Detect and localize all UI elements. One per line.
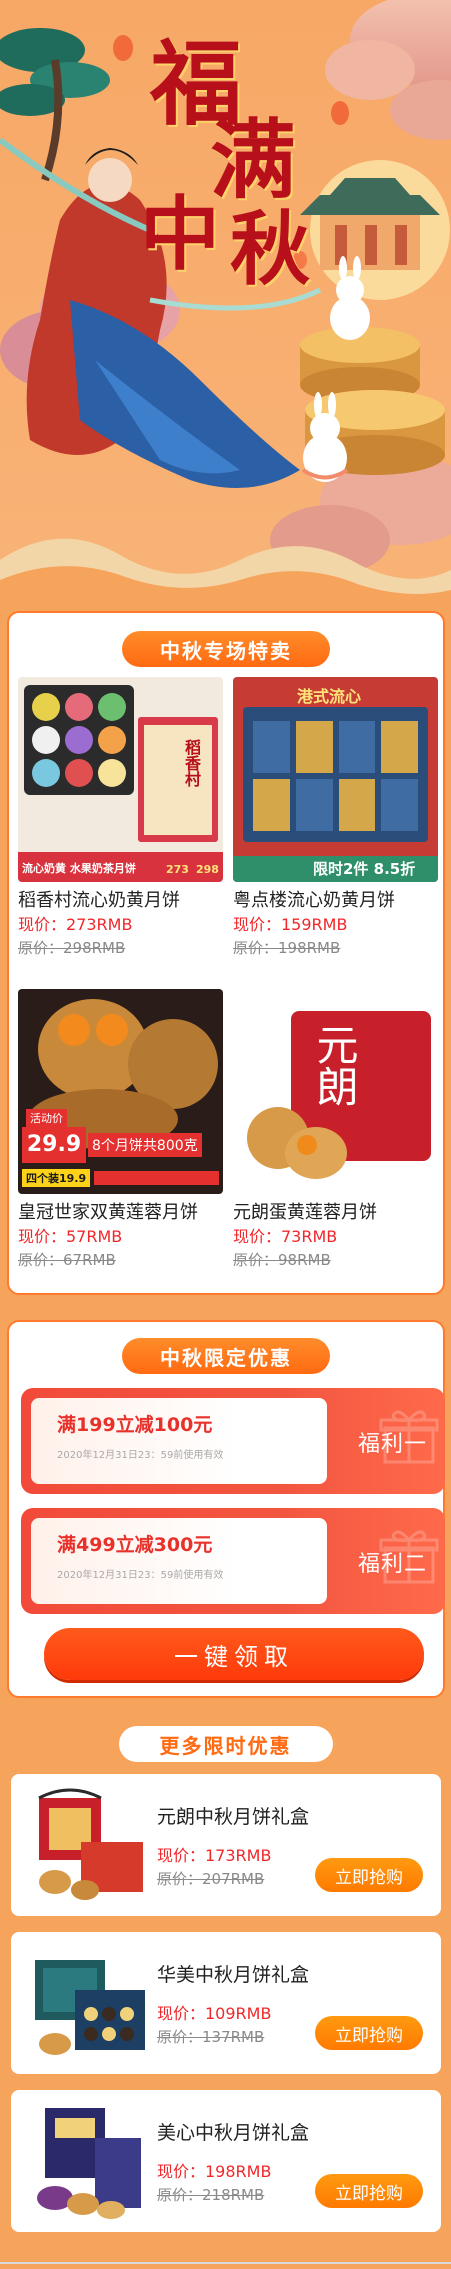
- offer-price: 现价：173RMB: [157, 1846, 272, 1865]
- product-name: 稻香村流心奶黄月饼: [18, 890, 180, 911]
- product-price: 现价：159RMB: [233, 915, 348, 934]
- product-image-banner: 流心奶黄 水果奶茶月饼: [22, 862, 136, 875]
- product-image-brand: 元朗: [310, 1023, 359, 1107]
- offer-original-price: 原价：207RMB: [157, 1870, 265, 1888]
- product-name: 粤点楼流心奶黄月饼: [233, 890, 395, 911]
- product-thumbnail: [35, 1960, 145, 2055]
- offer-card[interactable]: 元朗中秋月饼礼盒 现价：173RMB 原价：207RMB 立即抢购: [11, 1774, 441, 1916]
- product-image-tag: 活动价: [26, 1109, 67, 1127]
- product-image-brand: 稻香村: [182, 739, 201, 787]
- offer-name: 美心中秋月饼礼盒: [157, 2122, 310, 2144]
- product-image: 元朗: [233, 989, 438, 1194]
- offer-card[interactable]: 美心中秋月饼礼盒 现价：198RMB 原价：218RMB 立即抢购: [11, 2090, 441, 2232]
- hero-title-char: 中: [140, 187, 220, 281]
- offer-original-price: 原价：137RMB: [157, 2028, 265, 2046]
- product-card[interactable]: 港式流心 限时2件 8.5折 粤点楼流心奶黄月饼 现价：159RMB 原价：19…: [233, 677, 438, 959]
- product-name: 皇冠世家双黄莲蓉月饼: [18, 1202, 198, 1223]
- coupon-validity: 2020年12月31日23：59前使用有效: [57, 1450, 224, 1461]
- product-card[interactable]: 活动价 29.9 8个月饼共800克 四个装19.9 皇冠世家双黄莲蓉月饼 现价…: [18, 989, 223, 1271]
- product-price: 现价：57RMB: [18, 1227, 123, 1246]
- product-image-price: 29.9: [22, 1127, 86, 1163]
- product-image-banner: 限时2件 8.5折: [313, 860, 416, 878]
- hero-title-char: 秋: [230, 202, 310, 296]
- product-price: 现价：73RMB: [233, 1227, 338, 1246]
- coupon-notch: [21, 1546, 31, 1566]
- product-thumbnail: [37, 2108, 141, 2219]
- coupon-title: 满199立减100元: [57, 1414, 213, 1436]
- product-price: 现价：273RMB: [18, 915, 133, 934]
- product-card[interactable]: 稻香村 流心奶黄 水果奶茶月饼 273 298 稻香村流心奶黄月饼 现价：273…: [18, 677, 223, 959]
- coupon-tag: 福利二: [357, 1552, 427, 1577]
- product-original-price: 原价：198RMB: [233, 939, 341, 957]
- section-heading: 更多限时优惠: [118, 1726, 333, 1762]
- buy-now-button[interactable]: 立即抢购: [315, 2016, 423, 2050]
- offer-card[interactable]: 华美中秋月饼礼盒 现价：109RMB 原价：137RMB 立即抢购: [11, 1932, 441, 2074]
- product-thumbnail: [38, 1788, 143, 1900]
- offer-name: 元朗中秋月饼礼盒: [157, 1806, 310, 1828]
- limited-offer-section: 中秋限定优惠 满199立减100元 2020年12月31日23：59前使用有效 …: [7, 1320, 445, 1698]
- product-image-price: 298: [196, 863, 219, 876]
- product-image: 活动价 29.9 8个月饼共800克 四个装19.9: [18, 989, 223, 1194]
- special-sale-section: 中秋专场特卖 稻香村 流心奶黄 水果奶茶月饼 273 298 稻香村流心奶黄月饼…: [7, 611, 445, 1295]
- coupon-validity: 2020年12月31日23：59前使用有效: [57, 1570, 224, 1581]
- product-image: 港式流心 限时2件 8.5折: [233, 677, 438, 882]
- product-image-subtitle: 8个月饼共800克: [88, 1133, 202, 1157]
- coupon-tag: 福利一: [357, 1432, 427, 1457]
- offer-original-price: 原价：218RMB: [157, 2186, 265, 2204]
- product-image: 稻香村 流心奶黄 水果奶茶月饼 273 298: [18, 677, 223, 882]
- hero-banner: 福 满 中 秋: [0, 0, 451, 600]
- section-heading: 中秋限定优惠: [122, 1338, 330, 1374]
- product-original-price: 原价：98RMB: [233, 1251, 331, 1269]
- coupon-card[interactable]: 满199立减100元 2020年12月31日23：59前使用有效 福利一: [21, 1388, 445, 1494]
- coupon-title: 满499立减300元: [57, 1534, 213, 1556]
- buy-now-button[interactable]: 立即抢购: [315, 2174, 423, 2208]
- coupon-card[interactable]: 满499立减300元 2020年12月31日23：59前使用有效 福利二: [21, 1508, 445, 1614]
- product-image-heading: 港式流心: [297, 687, 362, 706]
- product-name: 元朗蛋黄莲蓉月饼: [233, 1202, 377, 1223]
- offer-price: 现价：198RMB: [157, 2162, 272, 2181]
- offer-price: 现价：109RMB: [157, 2004, 272, 2023]
- claim-all-button[interactable]: 一键领取: [44, 1628, 424, 1680]
- bottom-divider: [0, 2262, 451, 2264]
- buy-now-button[interactable]: 立即抢购: [315, 1858, 423, 1892]
- offer-name: 华美中秋月饼礼盒: [157, 1964, 310, 1986]
- hero-title: 福 满 中 秋: [140, 10, 330, 296]
- section-heading: 中秋专场特卖: [122, 631, 330, 667]
- coupon-notch: [21, 1426, 31, 1446]
- product-original-price: 原价：298RMB: [18, 939, 126, 957]
- product-card[interactable]: 元朗 元朗蛋黄莲蓉月饼 现价：73RMB 原价：98RMB: [233, 989, 438, 1271]
- product-original-price: 原价：67RMB: [18, 1251, 116, 1269]
- product-image-small-tag: 四个装19.9: [22, 1169, 91, 1187]
- product-image-price: 273: [166, 863, 189, 876]
